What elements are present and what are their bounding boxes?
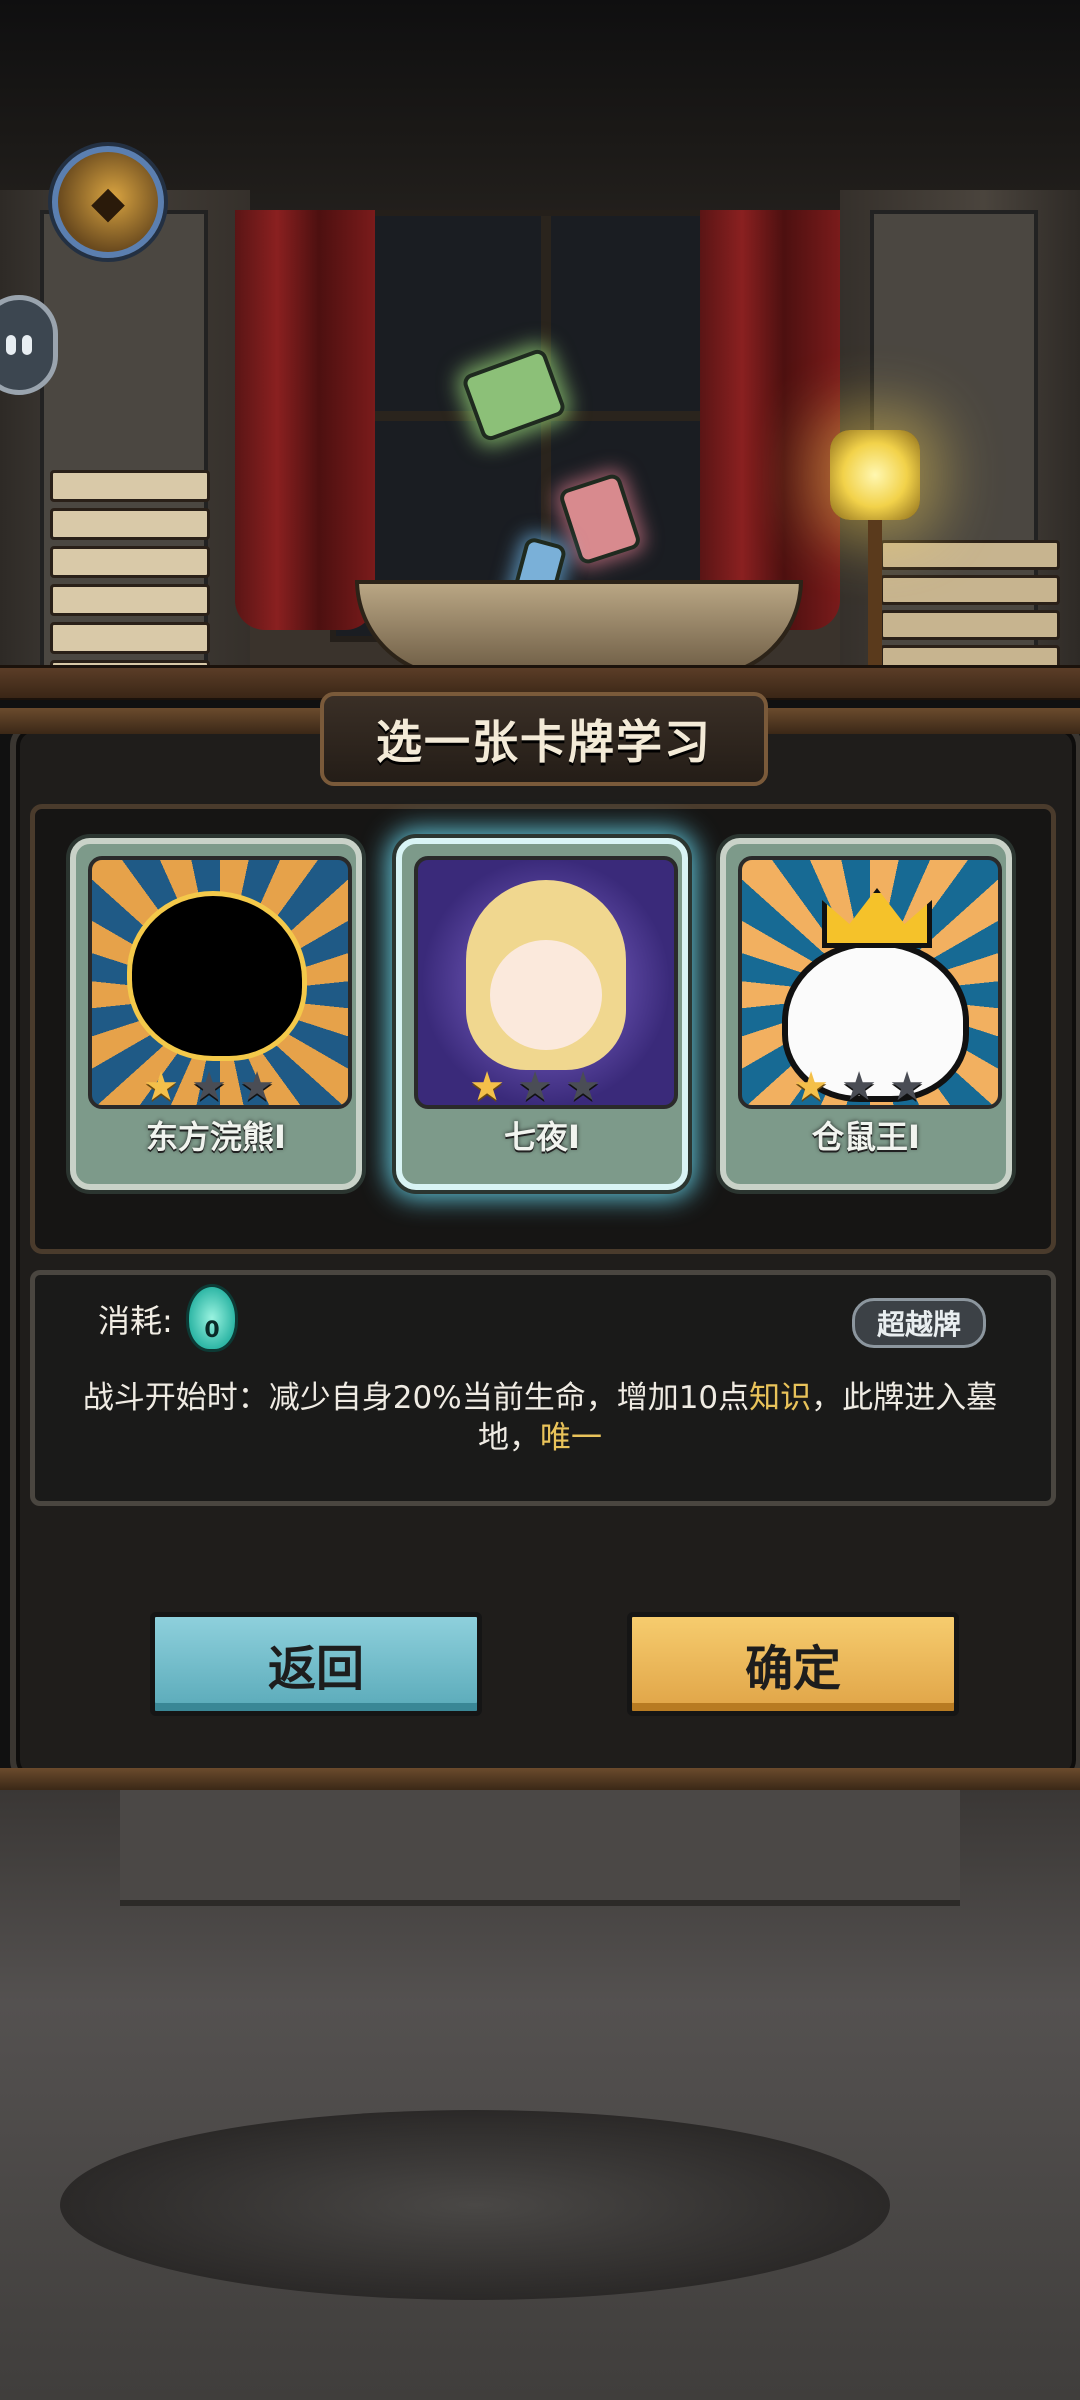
card-type-badge: 超越牌 (852, 1298, 986, 1348)
dialog-title: 选一张卡牌学习 (376, 715, 712, 769)
soul-flame-icon: 0 (186, 1284, 238, 1352)
star-icon: ★ (565, 1064, 601, 1110)
crown-icon (822, 888, 932, 948)
keyword-unique: 唯一 (540, 1420, 602, 1456)
background-scene (0, 0, 1080, 700)
girl-face-icon (490, 940, 602, 1050)
lamp-icon (830, 430, 920, 520)
floor-scene (0, 1790, 1080, 2400)
star-icon: ★ (239, 1064, 275, 1110)
card-name: 仓鼠王I (812, 1118, 920, 1156)
star-icon: ★ (793, 1064, 829, 1110)
keyword-knowledge: 知识 (749, 1380, 812, 1416)
card-name: 东方浣熊I (146, 1118, 286, 1156)
card-stars: ★ ★ ★ (140, 1066, 278, 1108)
card-option-1[interactable]: ★ ★ ★ 东方浣熊I (70, 838, 362, 1190)
card-stars: ★ ★ ★ (790, 1066, 928, 1108)
card-effect-text: 战斗开始时：减少自身20%当前生命，增加10点知识，此牌进入墓地，唯一 (82, 1380, 998, 1456)
dialog-bottom-rail (0, 1768, 1080, 1790)
book-stack-right (880, 540, 1060, 675)
star-icon: ★ (889, 1064, 925, 1110)
card-stars: ★ ★ ★ (466, 1066, 604, 1108)
player-avatar-icon[interactable]: ◆ (52, 146, 164, 258)
raccoon-silhouette-icon (132, 896, 302, 1056)
curtain-right (700, 210, 840, 630)
star-icon: ★ (517, 1064, 553, 1110)
book-stack-left (50, 470, 210, 692)
card-bowl (355, 580, 803, 678)
confirm-button[interactable]: 确定 (627, 1612, 959, 1716)
star-icon: ★ (191, 1064, 227, 1110)
curtain-left (235, 210, 375, 630)
card-name: 七夜I (504, 1118, 580, 1156)
star-icon: ★ (469, 1064, 505, 1110)
card-option-2[interactable]: ★ ★ ★ 七夜I (396, 838, 688, 1190)
floor-pit (60, 2110, 890, 2300)
chat-bubble-icon[interactable] (0, 295, 58, 395)
star-icon: ★ (143, 1064, 179, 1110)
card-option-3[interactable]: ★ ★ ★ 仓鼠王I (720, 838, 1012, 1190)
dialog-title-plate: 选一张卡牌学习 (320, 692, 768, 786)
cost-label: 消耗: (98, 1302, 173, 1340)
cost-value: 0 (204, 1318, 220, 1343)
star-icon: ★ (841, 1064, 877, 1110)
back-button[interactable]: 返回 (150, 1612, 482, 1716)
